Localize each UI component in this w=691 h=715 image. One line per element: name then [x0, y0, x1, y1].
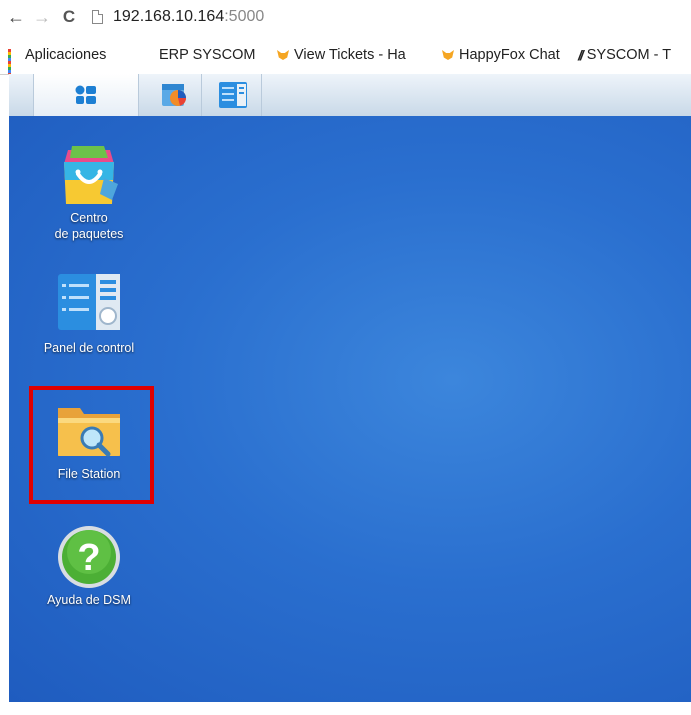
- page-icon: [92, 10, 103, 24]
- apps-grid-icon: [8, 49, 20, 74]
- file-station-highlight-box: [29, 386, 154, 504]
- bookmark-label: SYSCOM - T: [586, 47, 672, 63]
- syscom-icon: //: [578, 47, 584, 63]
- control-panel-icon: [58, 274, 120, 330]
- dsm-desktop: Centro de paquetes Panel de control File…: [9, 116, 691, 702]
- desktop-icon-label: Centro de paquetes: [54, 211, 124, 241]
- browser-address-bar: ← → C 192.168.10.164:5000: [0, 0, 691, 36]
- forward-arrow-icon[interactable]: →: [32, 7, 52, 27]
- taskbar-control-panel-button[interactable]: [205, 74, 262, 116]
- bookmark-view-tickets[interactable]: View Tickets - Ha: [277, 47, 406, 63]
- url-port: :5000: [224, 8, 265, 25]
- bookmark-label: ERP SYSCOM: [159, 47, 256, 63]
- desktop-icon-label: Ayuda de DSM: [47, 593, 131, 607]
- package-center-icon: [162, 84, 186, 106]
- bookmarks-bar: Aplicaciones ERP SYSCOM View Tickets - H…: [0, 36, 691, 75]
- desktop-icon-label: Panel de control: [43, 341, 135, 355]
- happyfox-icon: [442, 50, 454, 60]
- happyfox-icon: [277, 50, 289, 60]
- control-panel-icon: [219, 82, 247, 108]
- bookmark-aplicaciones[interactable]: Aplicaciones: [8, 47, 107, 74]
- bookmark-happyfox-chat[interactable]: HappyFox Chat: [442, 47, 560, 63]
- back-arrow-icon[interactable]: ←: [6, 7, 26, 27]
- desktop-icon-control-panel[interactable]: Panel de control: [24, 270, 154, 356]
- url-field[interactable]: 192.168.10.164:5000: [113, 8, 264, 26]
- bookmark-syscom[interactable]: // SYSCOM - T: [578, 47, 671, 63]
- main-menu-icon: [75, 85, 96, 104]
- url-host: 192.168.10.164: [113, 8, 225, 25]
- bookmark-label: Aplicaciones: [25, 47, 107, 63]
- package-center-icon: [64, 146, 118, 204]
- svg-text:?: ?: [77, 537, 100, 579]
- desktop-icon-dsm-help[interactable]: ? Ayuda de DSM: [24, 522, 154, 608]
- bottom-strip: [0, 702, 691, 715]
- bookmark-erp-syscom[interactable]: ERP SYSCOM: [159, 47, 255, 63]
- help-icon: ?: [58, 526, 120, 588]
- desktop-icon-package-center[interactable]: Centro de paquetes: [24, 140, 154, 242]
- main-menu-button[interactable]: [33, 74, 139, 116]
- bookmark-label: HappyFox Chat: [459, 47, 560, 63]
- bookmark-label: View Tickets - Ha: [294, 47, 406, 63]
- reload-icon[interactable]: C: [59, 7, 79, 27]
- taskbar-package-center-button[interactable]: [149, 74, 202, 116]
- dsm-taskbar: [9, 74, 691, 117]
